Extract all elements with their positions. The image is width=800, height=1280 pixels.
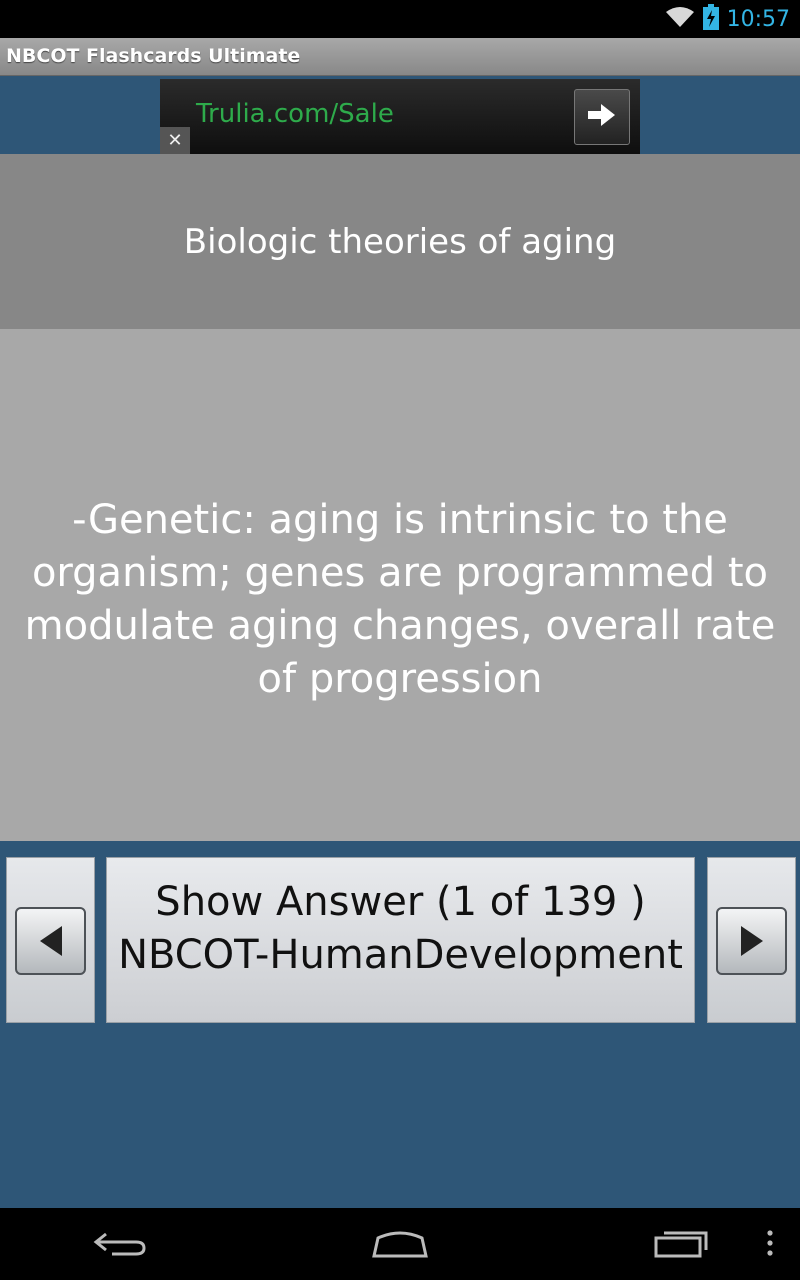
system-nav-bar [0,1208,800,1280]
ad-arrow-button[interactable] [574,89,630,145]
previous-card-button[interactable] [6,857,95,1023]
ad-banner[interactable]: Trulia.com/Sale ✕ [160,79,640,154]
card-controls: Show Answer (1 of 139 ) NBCOT-HumanDevel… [0,841,800,1031]
wifi-icon [665,5,695,33]
recent-apps-icon[interactable] [654,1228,710,1264]
back-icon[interactable] [92,1228,148,1264]
show-answer-button[interactable]: Show Answer (1 of 139 ) NBCOT-HumanDevel… [106,857,695,1023]
status-bar: 10:57 [0,0,800,38]
home-icon[interactable] [370,1228,430,1264]
right-arrow-icon [716,907,787,975]
next-card-button[interactable] [707,857,796,1023]
left-arrow-icon [15,907,86,975]
ad-close-button[interactable]: ✕ [160,127,190,154]
overflow-menu-icon[interactable] [765,1228,775,1264]
flashcard-answer: -Genetic: aging is intrinsic to the orga… [0,329,800,841]
app-title: NBCOT Flashcards Ultimate [6,45,301,67]
arrow-right-icon [588,104,616,130]
battery-charging-icon [702,4,719,34]
close-icon: ✕ [167,130,183,151]
answer-text: -Genetic: aging is intrinsic to the orga… [24,497,776,702]
question-text: Biologic theories of aging [183,221,617,262]
show-answer-label: Show Answer (1 of 139 ) [155,879,646,925]
app-title-bar: NBCOT Flashcards Ultimate [0,38,800,76]
flashcard-question: Biologic theories of aging [0,154,800,329]
ad-text[interactable]: Trulia.com/Sale [196,99,394,129]
ad-band: Trulia.com/Sale ✕ [0,76,800,154]
deck-name: NBCOT-HumanDevelopment [118,932,683,978]
status-icons: 10:57 [665,0,790,38]
status-clock: 10:57 [726,6,790,32]
